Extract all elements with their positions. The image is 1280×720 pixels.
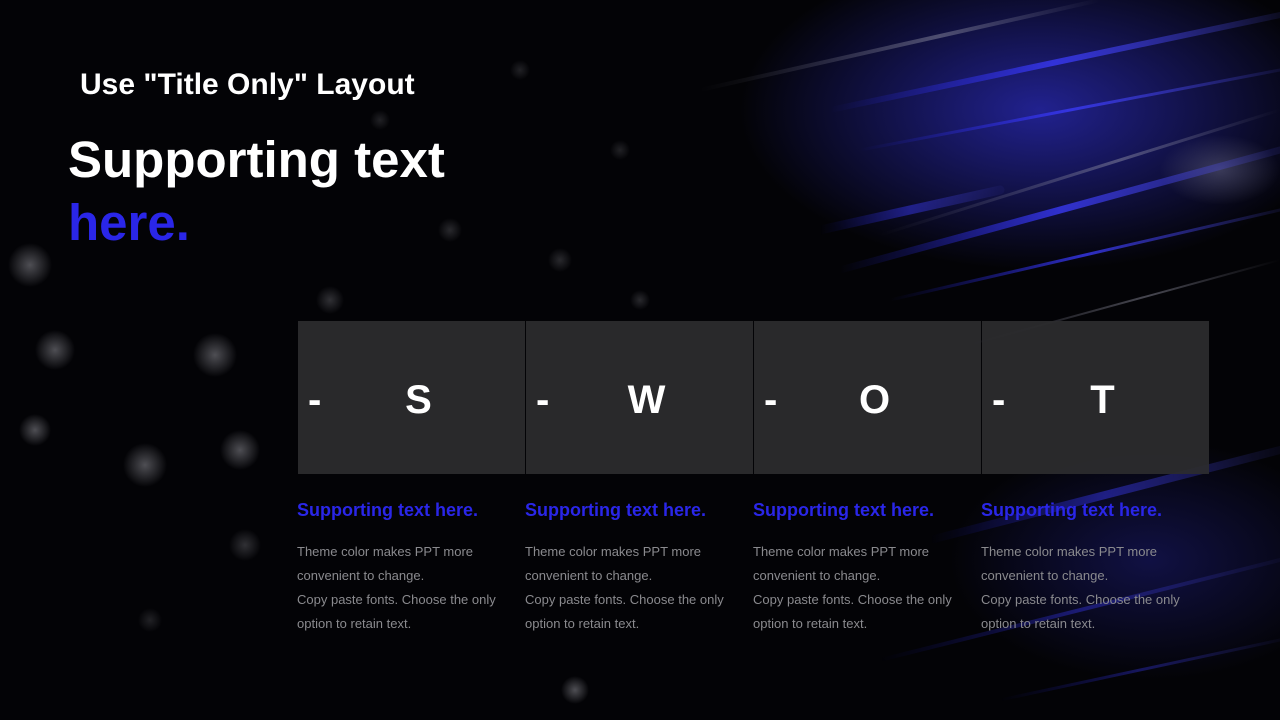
- swot-box-t: - T: [982, 321, 1209, 474]
- swot-letter: W: [627, 378, 666, 422]
- body-line: convenient to change.: [753, 568, 881, 583]
- body-line: Copy paste fonts. Choose the only: [753, 592, 952, 607]
- body-line: Theme color makes PPT more: [525, 544, 702, 559]
- column-heading: Supporting text here.: [297, 500, 479, 520]
- body-line: option to retain text.: [525, 616, 640, 631]
- swot-letter: T: [1090, 378, 1115, 422]
- swot-descriptions: Supporting text here. Theme color makes …: [297, 497, 1213, 636]
- swot-letter: S: [405, 378, 432, 422]
- column-heading: Supporting text here.: [753, 500, 935, 520]
- body-line: Copy paste fonts. Choose the only: [525, 592, 724, 607]
- body-line: option to retain text.: [297, 616, 412, 631]
- headline: Supporting text here.: [68, 128, 445, 254]
- body-line: Theme color makes PPT more: [753, 544, 930, 559]
- body-line: convenient to change.: [981, 568, 1109, 583]
- column-body: Theme color makes PPT more convenient to…: [525, 540, 753, 636]
- headline-line-1: Supporting text: [68, 131, 445, 188]
- body-line: Theme color makes PPT more: [297, 544, 474, 559]
- swot-box-w: - W: [526, 321, 753, 474]
- swot-box-s: - S: [298, 321, 525, 474]
- swot-boxes: - S - W - O - T: [298, 321, 1210, 474]
- body-line: Copy paste fonts. Choose the only: [981, 592, 1180, 607]
- column-body: Theme color makes PPT more convenient to…: [753, 540, 981, 636]
- column-heading: Supporting text here.: [525, 500, 707, 520]
- body-line: option to retain text.: [753, 616, 868, 631]
- swot-letter: O: [858, 378, 891, 422]
- swot-column-s: Supporting text here. Theme color makes …: [297, 497, 525, 636]
- column-body: Theme color makes PPT more convenient to…: [297, 540, 525, 636]
- swot-dash: -: [992, 378, 1006, 422]
- swot-dash: -: [536, 378, 550, 422]
- swot-column-w: Supporting text here. Theme color makes …: [525, 497, 753, 636]
- body-line: Theme color makes PPT more: [981, 544, 1158, 559]
- swot-dash: -: [308, 378, 322, 422]
- body-line: convenient to change.: [297, 568, 425, 583]
- layout-title: Use "Title Only" Layout: [80, 68, 415, 101]
- column-body: Theme color makes PPT more convenient to…: [981, 540, 1209, 636]
- body-line: option to retain text.: [981, 616, 1096, 631]
- body-line: Copy paste fonts. Choose the only: [297, 592, 496, 607]
- slide: Use "Title Only" Layout Supporting text …: [0, 0, 1280, 720]
- swot-box-o: - O: [754, 321, 981, 474]
- swot-column-t: Supporting text here. Theme color makes …: [981, 497, 1209, 636]
- column-heading: Supporting text here.: [981, 500, 1163, 520]
- swot-dash: -: [764, 378, 778, 422]
- swot-column-o: Supporting text here. Theme color makes …: [753, 497, 981, 636]
- headline-line-2: here.: [68, 194, 190, 251]
- body-line: convenient to change.: [525, 568, 653, 583]
